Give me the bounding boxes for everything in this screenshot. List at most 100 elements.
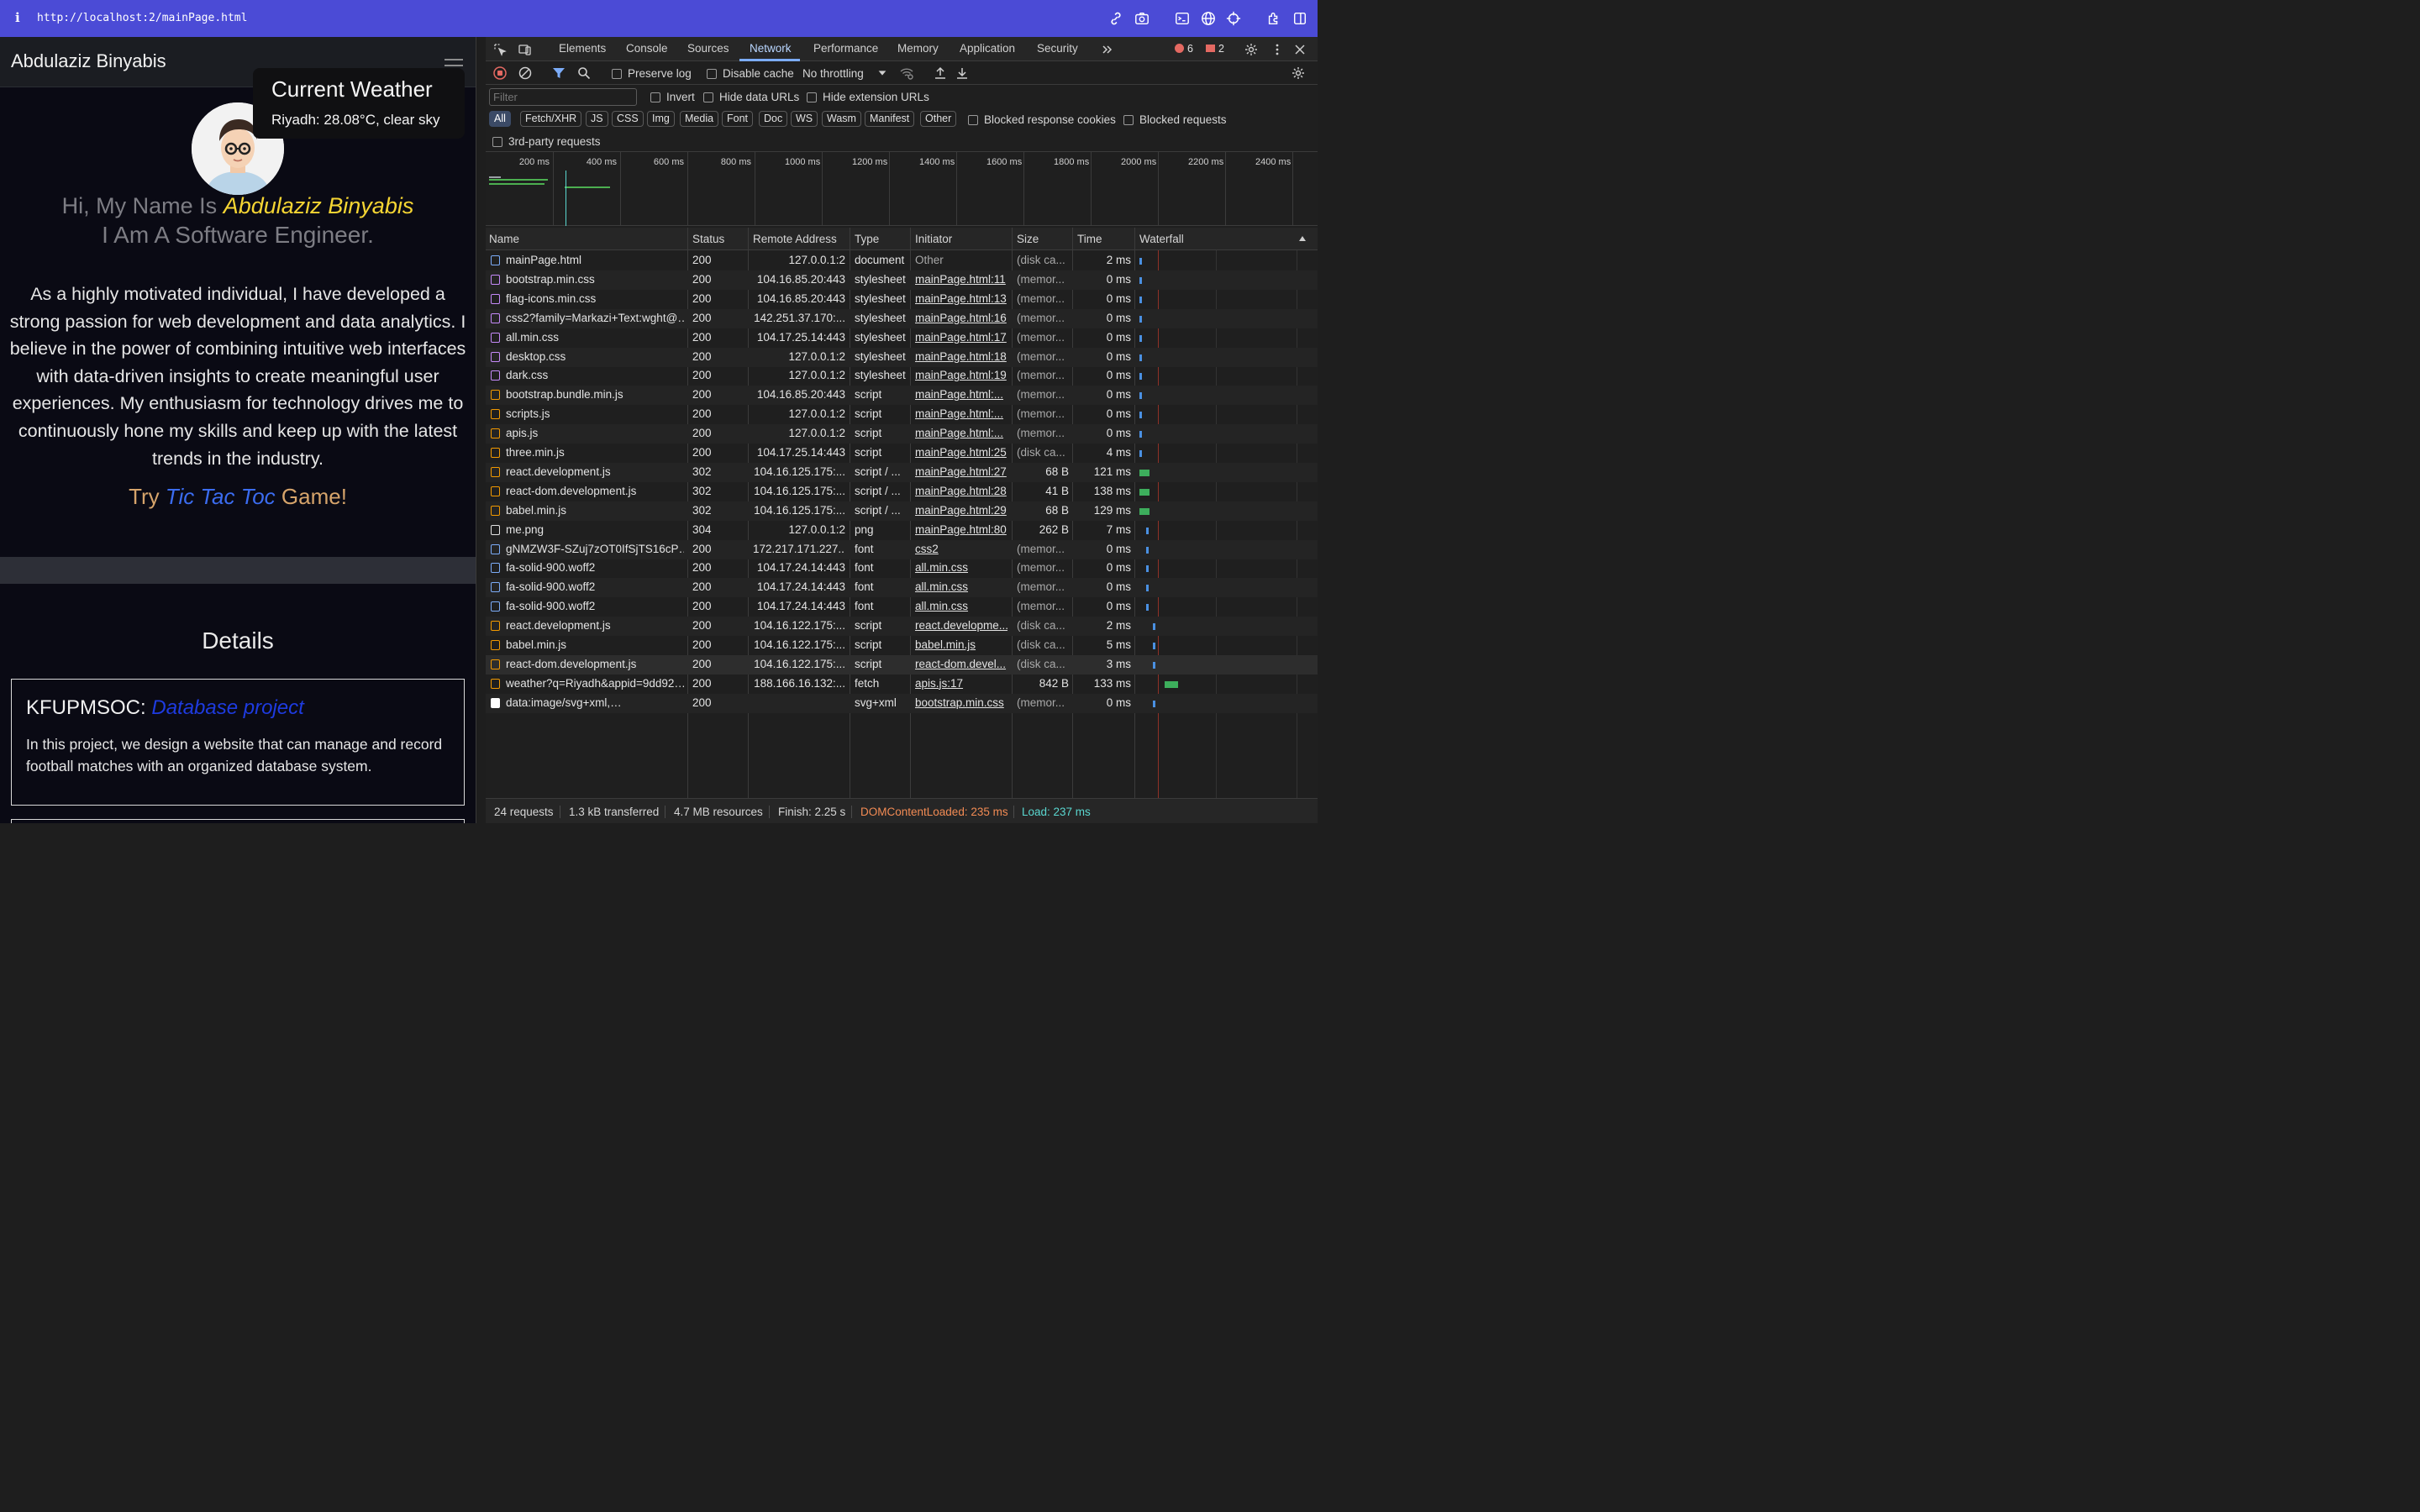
type-filter-ws[interactable]: WS [791, 111, 818, 127]
search-icon[interactable] [576, 66, 592, 81]
col-remote-address[interactable]: Remote Address [753, 233, 837, 245]
project-name[interactable]: Database project [151, 696, 303, 719]
panel-splitter[interactable] [476, 37, 486, 823]
throttling-dropdown-icon[interactable] [876, 66, 888, 81]
cell-initiator[interactable]: mainPage.html:11 [915, 273, 1007, 286]
kebab-menu-icon[interactable] [1270, 42, 1285, 57]
throttling-select[interactable]: No throttling [802, 67, 864, 80]
cell-initiator[interactable]: mainPage.html:28 [915, 485, 1007, 497]
col-name[interactable]: Name [489, 233, 519, 245]
type-filter-media[interactable]: Media [680, 111, 719, 127]
sidebar-toggle-icon[interactable] [1291, 9, 1309, 28]
stop-recording-icon[interactable] [492, 66, 508, 81]
hide-data-urls-checkbox[interactable]: Hide data URLs [703, 91, 799, 103]
cell-initiator[interactable]: mainPage.html:16 [915, 312, 1007, 324]
table-row[interactable]: data:image/svg+xml,… 200 svg+xml bootstrap.… [486, 693, 1318, 713]
cell-initiator[interactable]: mainPage.html:18 [915, 350, 1007, 363]
tab-memory[interactable]: Memory [897, 42, 939, 55]
table-row[interactable]: react-dom.development.js 200 104.16.122.17… [486, 654, 1318, 675]
blocked-requests-checkbox[interactable]: Blocked requests [1123, 113, 1227, 126]
table-row[interactable]: react.development.js 200 104.16.122.175:..… [486, 617, 1318, 637]
tab-network[interactable]: Network [750, 42, 792, 55]
type-filter-wasm[interactable]: Wasm [822, 111, 861, 127]
third-party-checkbox[interactable]: 3rd-party requests [492, 135, 601, 148]
inspect-element-icon[interactable] [492, 42, 508, 57]
table-row[interactable]: me.png 304 127.0.0.1:2 png mainPage.html:80 2… [486, 521, 1318, 540]
filter-input[interactable] [489, 88, 637, 106]
table-row[interactable]: bootstrap.min.css 200 104.16.85.20:443 styl… [486, 270, 1318, 290]
table-row[interactable]: fa-solid-900.woff2 200 104.17.24.14:443 fon… [486, 597, 1318, 617]
table-row[interactable]: babel.min.js 200 104.16.122.175:... script b… [486, 636, 1318, 655]
disable-cache-checkbox[interactable]: Disable cache [707, 67, 794, 80]
cell-initiator[interactable]: all.min.css [915, 600, 1007, 612]
tab-elements[interactable]: Elements [559, 42, 606, 55]
clear-icon[interactable] [518, 66, 533, 81]
brand-name[interactable]: Abdulaziz Binyabis [11, 50, 166, 72]
table-row[interactable]: gNMZW3F-SZuj7zOT0IfSjTS16cP… 200 172.217.1… [486, 539, 1318, 559]
table-row[interactable]: react.development.js 302 104.16.125.175:..… [486, 462, 1318, 482]
more-tabs-icon[interactable] [1100, 42, 1115, 57]
tab-sources[interactable]: Sources [687, 42, 729, 55]
table-row[interactable]: dark.css 200 127.0.0.1:2 stylesheet mainPage… [486, 366, 1318, 386]
site-info-icon[interactable]: i [15, 10, 20, 25]
table-row[interactable]: fa-solid-900.woff2 200 104.17.24.14:443 fon… [486, 578, 1318, 598]
sort-ascending-icon[interactable] [1297, 234, 1307, 244]
blocked-cookies-checkbox[interactable]: Blocked response cookies [968, 113, 1116, 126]
game-link[interactable]: Tic Tac Toc [166, 484, 276, 509]
table-row[interactable]: scripts.js 200 127.0.0.1:2 script mainPage.h… [486, 405, 1318, 424]
tab-security[interactable]: Security [1037, 42, 1078, 55]
preserve-log-checkbox[interactable]: Preserve log [612, 67, 692, 80]
table-row[interactable]: three.min.js 200 104.17.25.14:443 script mai… [486, 444, 1318, 463]
tab-console[interactable]: Console [626, 42, 668, 55]
table-row[interactable]: babel.min.js 302 104.16.125.175:... script … [486, 501, 1318, 521]
cell-initiator[interactable]: all.min.css [915, 580, 1007, 593]
globe-icon[interactable] [1199, 9, 1218, 28]
cell-initiator[interactable]: mainPage.html:25 [915, 446, 1007, 459]
type-filter-css[interactable]: CSS [612, 111, 644, 127]
invert-checkbox[interactable]: Invert [650, 91, 695, 103]
table-row[interactable]: apis.js 200 127.0.0.1:2 script mainPage.html… [486, 424, 1318, 444]
network-conditions-icon[interactable] [899, 66, 914, 81]
cell-initiator[interactable]: all.min.css [915, 561, 1007, 574]
table-row[interactable]: bootstrap.bundle.min.js 200 104.16.85.20:4… [486, 386, 1318, 406]
type-filter-fetch-xhr[interactable]: Fetch/XHR [520, 111, 582, 127]
cell-initiator[interactable]: mainPage.html:... [915, 427, 1007, 439]
network-overview-timeline[interactable]: 200 ms 400 ms 600 ms 800 ms 1000 ms 1200 ms 14… [486, 152, 1318, 226]
cell-initiator[interactable]: css2 [915, 543, 1007, 555]
table-row[interactable]: react-dom.development.js 302 104.16.125.17… [486, 482, 1318, 501]
cell-initiator[interactable]: react-dom.devel... [915, 658, 1007, 670]
type-filter-manifest[interactable]: Manifest [865, 111, 915, 127]
table-row[interactable]: flag-icons.min.css 200 104.16.85.20:443 sty… [486, 290, 1318, 309]
cell-initiator[interactable]: apis.js:17 [915, 677, 1007, 690]
tab-performance[interactable]: Performance [813, 42, 878, 55]
col-type[interactable]: Type [855, 233, 879, 245]
network-settings-gear-icon[interactable] [1291, 66, 1306, 81]
terminal-icon[interactable] [1173, 9, 1192, 28]
error-count-badge[interactable]: 6 [1175, 43, 1193, 55]
settings-gear-icon[interactable] [1244, 42, 1259, 57]
cell-initiator[interactable]: bootstrap.min.css [915, 696, 1007, 709]
table-row[interactable]: css2?family=Markazi+Text:wght@… 200 142.25… [486, 308, 1318, 328]
type-filter-font[interactable]: Font [722, 111, 754, 127]
issue-count-badge[interactable]: 2 [1206, 43, 1224, 55]
close-devtools-icon[interactable] [1292, 42, 1307, 57]
col-size[interactable]: Size [1017, 233, 1039, 245]
filter-funnel-icon[interactable] [551, 66, 566, 81]
cell-initiator[interactable]: mainPage.html:... [915, 407, 1007, 420]
type-filter-doc[interactable]: Doc [759, 111, 788, 127]
crosshair-icon[interactable] [1224, 9, 1243, 28]
cell-initiator[interactable]: babel.min.js [915, 638, 1007, 651]
cell-initiator[interactable]: mainPage.html:... [915, 388, 1007, 401]
hide-extension-urls-checkbox[interactable]: Hide extension URLs [807, 91, 929, 103]
type-filter-all[interactable]: All [489, 111, 511, 127]
cell-initiator[interactable]: react.developme... [915, 619, 1007, 632]
table-row[interactable]: weather?q=Riyadh&appid=9dd92… 200 188.166.… [486, 675, 1318, 694]
type-filter-other[interactable]: Other [920, 111, 957, 127]
cell-initiator[interactable]: mainPage.html:13 [915, 292, 1007, 305]
device-toolbar-icon[interactable] [518, 42, 533, 57]
col-status[interactable]: Status [692, 233, 724, 245]
col-time[interactable]: Time [1077, 233, 1102, 245]
cell-initiator[interactable]: mainPage.html:19 [915, 369, 1007, 381]
cell-initiator[interactable]: mainPage.html:29 [915, 504, 1007, 517]
extensions-icon[interactable] [1265, 9, 1283, 28]
